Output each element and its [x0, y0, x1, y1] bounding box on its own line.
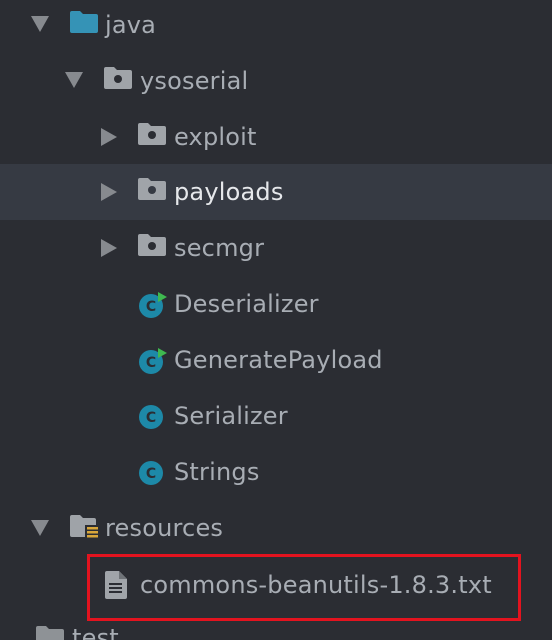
project-tree: java ysoserial exploit payloads secmgr C… [0, 0, 552, 640]
svg-text:C: C [146, 299, 156, 315]
svg-text:C: C [146, 355, 156, 371]
tree-item-payloads[interactable]: payloads [0, 164, 552, 220]
expand-arrow-icon[interactable] [65, 72, 83, 88]
expand-arrow-icon[interactable] [31, 16, 49, 32]
tree-item-label: secmgr [174, 234, 265, 262]
package-folder-icon [138, 234, 166, 256]
tree-item-label: Strings [174, 458, 260, 486]
tree-item-label: GeneratePayload [174, 346, 383, 374]
tree-item-label: exploit [174, 123, 257, 151]
collapse-arrow-icon[interactable] [101, 239, 117, 257]
tree-item-label: Deserializer [174, 290, 319, 318]
tree-item-label: Serializer [174, 402, 288, 430]
text-file-icon [105, 571, 127, 599]
package-folder-icon [104, 67, 132, 89]
expand-arrow-icon[interactable] [31, 520, 49, 536]
tree-item-generatepayload[interactable]: C GeneratePayload [0, 332, 552, 388]
tree-item-label: payloads [174, 178, 284, 206]
tree-item-secmgr[interactable]: secmgr [0, 220, 552, 276]
tree-item-ysoserial[interactable]: ysoserial [0, 53, 552, 109]
tree-item-label: java [105, 11, 157, 39]
tree-item-deserializer[interactable]: C Deserializer [0, 276, 552, 332]
tree-item-label: resources [105, 514, 224, 542]
collapse-arrow-icon[interactable] [101, 128, 117, 146]
class-icon: C [139, 405, 163, 429]
source-folder-icon [70, 11, 98, 33]
folder-icon [36, 626, 64, 640]
runnable-class-icon: C [139, 292, 167, 318]
collapse-arrow-icon[interactable] [101, 183, 117, 201]
tree-item-label: test [72, 624, 119, 640]
svg-text:C: C [146, 466, 156, 482]
class-icon: C [139, 461, 163, 485]
tree-item-serializer[interactable]: C Serializer [0, 388, 552, 444]
tree-item-java[interactable]: java [0, 0, 552, 53]
tree-item-commons-beanutils-txt[interactable]: commons-beanutils-1.8.3.txt [0, 557, 552, 613]
tree-item-strings[interactable]: C Strings [0, 444, 552, 500]
tree-item-resources[interactable]: resources [0, 500, 552, 556]
svg-text:C: C [146, 410, 156, 426]
package-folder-icon [138, 123, 166, 145]
tree-item-label: commons-beanutils-1.8.3.txt [140, 571, 492, 599]
runnable-class-icon: C [139, 348, 167, 374]
package-folder-icon [138, 178, 166, 200]
tree-item-test[interactable]: test [0, 612, 552, 640]
tree-item-exploit[interactable]: exploit [0, 109, 552, 165]
tree-item-label: ysoserial [140, 67, 249, 95]
resources-folder-icon [70, 515, 99, 540]
